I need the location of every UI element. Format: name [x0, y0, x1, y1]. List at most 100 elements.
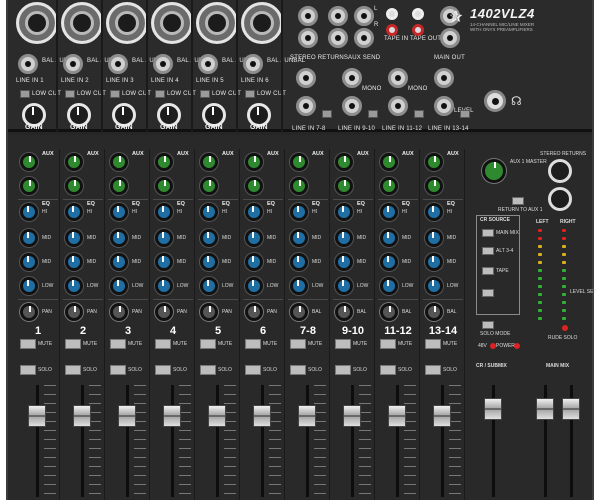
- channel-fader[interactable]: [298, 405, 316, 428]
- eq-mid-knob[interactable]: [65, 229, 83, 247]
- eq-hi-knob[interactable]: [110, 203, 128, 221]
- solo-button[interactable]: [20, 365, 36, 375]
- channel-fader[interactable]: [343, 405, 361, 428]
- tape-rca-jack-2[interactable]: [412, 8, 424, 20]
- stereo-level-switch-2[interactable]: [414, 110, 424, 118]
- aux2-knob[interactable]: [110, 177, 128, 195]
- line-jack-2[interactable]: [63, 54, 83, 74]
- pan-knob[interactable]: [245, 303, 263, 321]
- aux1-knob[interactable]: [290, 153, 308, 171]
- eq-hi-knob[interactable]: [335, 203, 353, 221]
- return-jack-2[interactable]: [298, 28, 318, 48]
- eq-mid-knob[interactable]: [380, 253, 398, 271]
- eq-mid-knob[interactable]: [200, 253, 218, 271]
- channel-fader[interactable]: [163, 405, 181, 428]
- stereo-level-switch-0[interactable]: [322, 110, 332, 118]
- tape-rca-jack-1[interactable]: [386, 8, 398, 20]
- solo-button[interactable]: [380, 365, 396, 375]
- eq-low-knob[interactable]: [380, 277, 398, 295]
- line-jack-1[interactable]: [18, 54, 38, 74]
- eq-hi-knob[interactable]: [425, 203, 443, 221]
- return-jack-4[interactable]: [328, 28, 348, 48]
- eq-mid-knob[interactable]: [290, 229, 308, 247]
- solo-button[interactable]: [155, 365, 171, 375]
- mute-button[interactable]: [290, 339, 306, 349]
- stereo-line-jack-1-right[interactable]: [342, 96, 362, 116]
- aux2-knob[interactable]: [380, 177, 398, 195]
- stereo-line-jack-3-right[interactable]: [434, 96, 454, 116]
- eq-mid-knob[interactable]: [290, 253, 308, 271]
- mute-button[interactable]: [155, 339, 171, 349]
- eq-hi-knob[interactable]: [290, 203, 308, 221]
- eq-low-knob[interactable]: [200, 277, 218, 295]
- eq-mid-knob[interactable]: [110, 229, 128, 247]
- stereo-return-2-knob[interactable]: [548, 187, 572, 211]
- stereo-line-jack-2-right[interactable]: [388, 96, 408, 116]
- eq-low-knob[interactable]: [110, 277, 128, 295]
- aux2-knob[interactable]: [245, 177, 263, 195]
- return-jack-6[interactable]: [354, 28, 374, 48]
- stereo-line-jack-0-left[interactable]: [296, 68, 316, 88]
- eq-mid-knob[interactable]: [335, 253, 353, 271]
- aux1-knob[interactable]: [20, 153, 38, 171]
- aux2-knob[interactable]: [155, 177, 173, 195]
- solo-button[interactable]: [290, 365, 306, 375]
- mute-button[interactable]: [20, 339, 36, 349]
- return-to-aux1-button[interactable]: [512, 197, 524, 205]
- channel-fader[interactable]: [73, 405, 91, 428]
- aux1-knob[interactable]: [335, 153, 353, 171]
- eq-mid-knob[interactable]: [110, 253, 128, 271]
- aux2-knob[interactable]: [290, 177, 308, 195]
- eq-mid-knob[interactable]: [335, 229, 353, 247]
- mute-button[interactable]: [380, 339, 396, 349]
- xlr-jack-1[interactable]: [16, 2, 58, 44]
- low-cut-switch-1[interactable]: [20, 90, 30, 98]
- eq-hi-knob[interactable]: [155, 203, 173, 221]
- return-jack-3[interactable]: [328, 6, 348, 26]
- eq-mid-knob[interactable]: [245, 229, 263, 247]
- eq-low-knob[interactable]: [335, 277, 353, 295]
- pan-knob[interactable]: [110, 303, 128, 321]
- line-jack-6[interactable]: [243, 54, 263, 74]
- main-mix-right-fader[interactable]: [562, 398, 580, 421]
- solo-button[interactable]: [245, 365, 261, 375]
- solo-button[interactable]: [200, 365, 216, 375]
- channel-fader[interactable]: [28, 405, 46, 428]
- stereo-line-jack-1-left[interactable]: [342, 68, 362, 88]
- channel-fader[interactable]: [208, 405, 226, 428]
- aux2-knob[interactable]: [200, 177, 218, 195]
- eq-mid-knob[interactable]: [20, 253, 38, 271]
- xlr-jack-2[interactable]: [61, 2, 103, 44]
- eq-low-knob[interactable]: [425, 277, 443, 295]
- aux1-knob[interactable]: [65, 153, 83, 171]
- line-jack-5[interactable]: [198, 54, 218, 74]
- eq-mid-knob[interactable]: [380, 229, 398, 247]
- eq-low-knob[interactable]: [20, 277, 38, 295]
- aux1-knob[interactable]: [425, 153, 443, 171]
- low-cut-switch-5[interactable]: [200, 90, 210, 98]
- phones-jack[interactable]: [484, 90, 506, 112]
- eq-low-knob[interactable]: [65, 277, 83, 295]
- aux1-knob[interactable]: [200, 153, 218, 171]
- tape-rca-jack-4[interactable]: [412, 24, 424, 36]
- low-cut-switch-6[interactable]: [245, 90, 255, 98]
- low-cut-switch-3[interactable]: [110, 90, 120, 98]
- solo-mode-button[interactable]: [482, 321, 494, 329]
- aux1-master-knob[interactable]: [482, 159, 506, 183]
- eq-low-knob[interactable]: [245, 277, 263, 295]
- channel-fader[interactable]: [253, 405, 271, 428]
- eq-hi-knob[interactable]: [380, 203, 398, 221]
- aux2-knob[interactable]: [335, 177, 353, 195]
- line-jack-4[interactable]: [153, 54, 173, 74]
- low-cut-switch-2[interactable]: [65, 90, 75, 98]
- mute-button[interactable]: [245, 339, 261, 349]
- eq-mid-knob[interactable]: [65, 253, 83, 271]
- channel-fader[interactable]: [388, 405, 406, 428]
- cr-submix-fader[interactable]: [484, 398, 502, 421]
- pan-knob[interactable]: [65, 303, 83, 321]
- solo-button[interactable]: [65, 365, 81, 375]
- eq-hi-knob[interactable]: [20, 203, 38, 221]
- eq-mid-knob[interactable]: [245, 253, 263, 271]
- stereo-level-switch-3[interactable]: [460, 110, 470, 118]
- main-out-jack-2[interactable]: [440, 28, 460, 48]
